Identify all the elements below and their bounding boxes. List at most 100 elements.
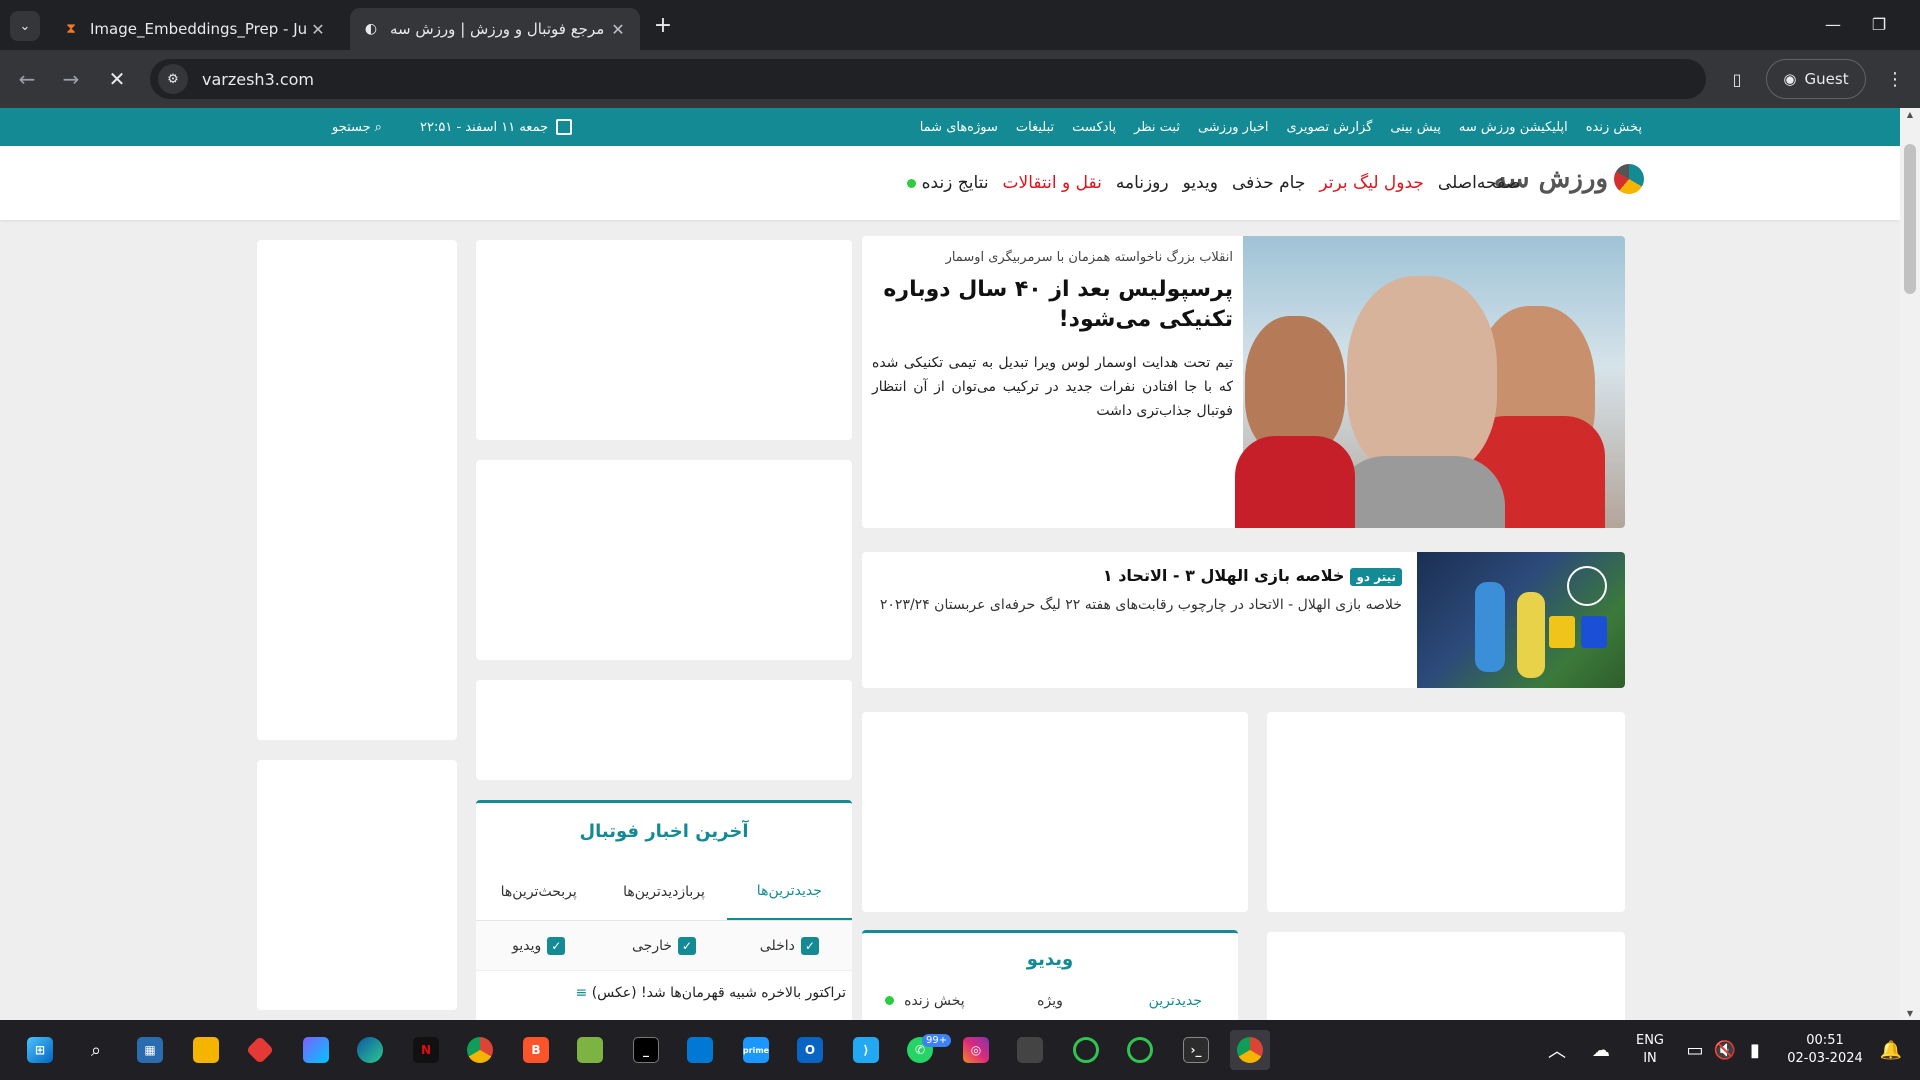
video-tab-latest[interactable]: جدیدترین	[1113, 993, 1238, 1009]
powershell-icon[interactable]: ›_	[1176, 1030, 1216, 1070]
video-card: ویدیو جدیدترین ویژه پخش زنده	[862, 930, 1238, 1020]
terminal-icon[interactable]: _	[626, 1030, 666, 1070]
player-yellow-figure	[1517, 592, 1545, 678]
video-heading: ویدیو	[1026, 949, 1074, 970]
green-ring-app-icon[interactable]	[1066, 1030, 1106, 1070]
alittihad-logo-icon	[1549, 616, 1575, 648]
hero-kicker: انقلاب بزرگ ناخواسته همزمان با سرمربیگری…	[945, 250, 1233, 265]
video-tab-live[interactable]: پخش زنده	[862, 993, 987, 1009]
filter-domestic[interactable]: ✓ داخلی	[727, 921, 852, 970]
second-news-card[interactable]: تیتر دو خلاصه بازی الهلال ۳ - الاتحاد ۱ خ…	[862, 552, 1625, 688]
tray-chevron-up-icon[interactable]: ︿	[1542, 1030, 1572, 1070]
nav-video[interactable]: ویدیو	[1183, 173, 1218, 193]
app-window-icon[interactable]	[1010, 1030, 1050, 1070]
topbar-item[interactable]: گزارش تصویری	[1286, 120, 1372, 135]
topbar-item[interactable]: اپلیکیشن ورزش سه	[1459, 120, 1568, 135]
photos-icon[interactable]	[570, 1030, 610, 1070]
tab-varzesh3[interactable]: ◐ مرجع فوتبال و ورزش | ورزش سه ✕	[350, 8, 640, 50]
scrollbar-thumb[interactable]	[1904, 144, 1916, 294]
clock[interactable]: 00:51 02-03-2024	[1780, 1032, 1870, 1068]
hero-news-image[interactable]	[1235, 236, 1625, 528]
nav-transfers[interactable]: نقل و انتقالات	[1003, 173, 1102, 193]
green-ring-app-icon[interactable]	[1120, 1030, 1160, 1070]
second-news-desc: خلاصه بازی الهلال - الاتحاد در چارچوب رق…	[879, 597, 1402, 613]
tab-strip: ⌄ ⧗ Image_Embeddings_Prep - Jupy ✕ ◐ مرج…	[0, 0, 1920, 50]
windows-taskbar: ⊞ ⌕ ▦ N B _ prime O ⟩ ✆ 99+ ◎ ›_ ︿ ☁ ENG …	[0, 1020, 1920, 1080]
network-icon[interactable]: ▭	[1680, 1030, 1710, 1070]
language-indicator[interactable]: ENG IN	[1630, 1032, 1670, 1068]
topbar-item[interactable]: پیش بینی	[1390, 120, 1441, 135]
close-tab-icon[interactable]: ✕	[308, 20, 328, 39]
address-bar[interactable]: ⚙ varzesh3.com	[150, 59, 1706, 99]
stop-loading-button[interactable]: ✕	[102, 64, 132, 94]
app-red-diamond-icon[interactable]	[240, 1030, 280, 1070]
topbar-search[interactable]: ⌕ جستجو	[332, 108, 382, 146]
hero-news-card[interactable]: انقلاب بزرگ ناخواسته همزمان با سرمربیگری…	[862, 236, 1625, 528]
netflix-icon[interactable]: N	[406, 1030, 446, 1070]
file-explorer-icon[interactable]	[186, 1030, 226, 1070]
topbar-item[interactable]: پادکست	[1072, 120, 1116, 135]
vscode-icon[interactable]: ⟩	[846, 1030, 886, 1070]
tab-most-discussed[interactable]: پربحث‌ترین‌ها	[476, 863, 601, 920]
battery-icon[interactable]: ▮	[1740, 1030, 1770, 1070]
whatsapp-icon[interactable]: ✆ 99+	[900, 1030, 952, 1070]
new-tab-button[interactable]: +	[650, 12, 676, 38]
chrome-active-icon[interactable]	[1230, 1030, 1270, 1070]
second-news-title[interactable]: تیتر دو خلاصه بازی الهلال ۳ - الاتحاد ۱	[872, 566, 1402, 586]
second-news-image[interactable]	[1417, 552, 1625, 688]
hero-title[interactable]: پرسپولیس بعد از ۴۰ سال دوباره تکنیکی می‌…	[872, 275, 1233, 335]
brave-icon[interactable]: B	[516, 1030, 556, 1070]
volume-muted-icon[interactable]: 🔇	[1710, 1030, 1740, 1070]
news-list-icon: ≡	[575, 985, 588, 1001]
topbar-item[interactable]: سوژه‌های شما	[920, 120, 998, 135]
topbar-item[interactable]: تبلیغات	[1016, 120, 1054, 135]
side-panel-icon[interactable]: ▯	[1722, 64, 1752, 94]
edge-icon[interactable]	[350, 1030, 390, 1070]
widgets-store-icon[interactable]: ▦	[130, 1030, 170, 1070]
tab-search-button[interactable]: ⌄	[10, 11, 40, 41]
onedrive-cloud-icon[interactable]: ☁	[1584, 1030, 1618, 1070]
nav-league-table[interactable]: جدول لیگ برتر	[1319, 173, 1424, 193]
tab-latest[interactable]: جدیدترین‌ها	[726, 863, 852, 920]
headline-badge: تیتر دو	[1350, 568, 1402, 586]
site-header: ورزش سه صفحه‌اصلی جدول لیگ برتر جام حذفی…	[0, 146, 1900, 220]
topbar-item[interactable]: پخش زنده	[1586, 120, 1642, 135]
notification-bell-icon[interactable]: 🔔	[1876, 1030, 1906, 1070]
forward-button[interactable]: →	[56, 64, 86, 94]
scroll-up-icon[interactable]: ▲	[1904, 110, 1916, 119]
search-icon[interactable]: ⌕	[76, 1030, 116, 1070]
topbar-item[interactable]: ثبت نظر	[1134, 120, 1180, 135]
tab-most-viewed[interactable]: پربازدیدترین‌ها	[601, 863, 726, 920]
profile-button[interactable]: ◉ Guest	[1766, 59, 1866, 99]
prime-video-icon[interactable]: prime	[736, 1030, 776, 1070]
time-text: 00:51	[1806, 1033, 1844, 1048]
back-button[interactable]: ←	[12, 64, 42, 94]
topbar-item[interactable]: اخبار ورزشی	[1198, 120, 1269, 135]
nav-live-results[interactable]: نتایج زنده	[906, 173, 989, 193]
restore-button[interactable]: ❐	[1856, 8, 1902, 40]
filter-foreign[interactable]: ✓ خارجی	[601, 921, 726, 970]
video-tab-special[interactable]: ویژه	[987, 993, 1112, 1009]
alhilal-logo-icon	[1581, 616, 1607, 648]
ad-placeholder-card	[257, 240, 457, 740]
minimize-button[interactable]: —	[1810, 8, 1856, 40]
copilot-icon[interactable]	[296, 1030, 336, 1070]
filter-video[interactable]: ✓ ویدیو	[476, 921, 601, 970]
nav-hazfi-cup[interactable]: جام حذفی	[1232, 173, 1305, 193]
hero-lead: تیم تحت هدایت اوسمار لوس ویرا تبدیل به ت…	[872, 355, 1233, 419]
page-scrollbar[interactable]: ▲ ▼	[1900, 108, 1920, 1020]
start-windows-icon[interactable]: ⊞	[20, 1030, 60, 1070]
close-tab-icon[interactable]: ✕	[608, 20, 628, 39]
nav-home[interactable]: صفحه‌اصلی	[1438, 173, 1520, 193]
tab-jupyter[interactable]: ⧗ Image_Embeddings_Prep - Jupy ✕	[50, 8, 340, 50]
nav-newspaper[interactable]: روزنامه	[1116, 173, 1169, 193]
menu-kebab-icon[interactable]: ⋮	[1880, 64, 1910, 94]
scroll-down-icon[interactable]: ▼	[1904, 1009, 1916, 1018]
news-list-item[interactable]: تراکتور بالاخره شبیه قهرمان‌ها شد! (عکس)…	[576, 985, 847, 1001]
store-icon[interactable]	[680, 1030, 720, 1070]
tab-title: Image_Embeddings_Prep - Jupy	[90, 20, 308, 38]
site-info-icon[interactable]: ⚙	[158, 64, 188, 94]
instagram-icon[interactable]: ◎	[956, 1030, 996, 1070]
outlook-icon[interactable]: O	[790, 1030, 830, 1070]
chrome-icon[interactable]	[460, 1030, 500, 1070]
